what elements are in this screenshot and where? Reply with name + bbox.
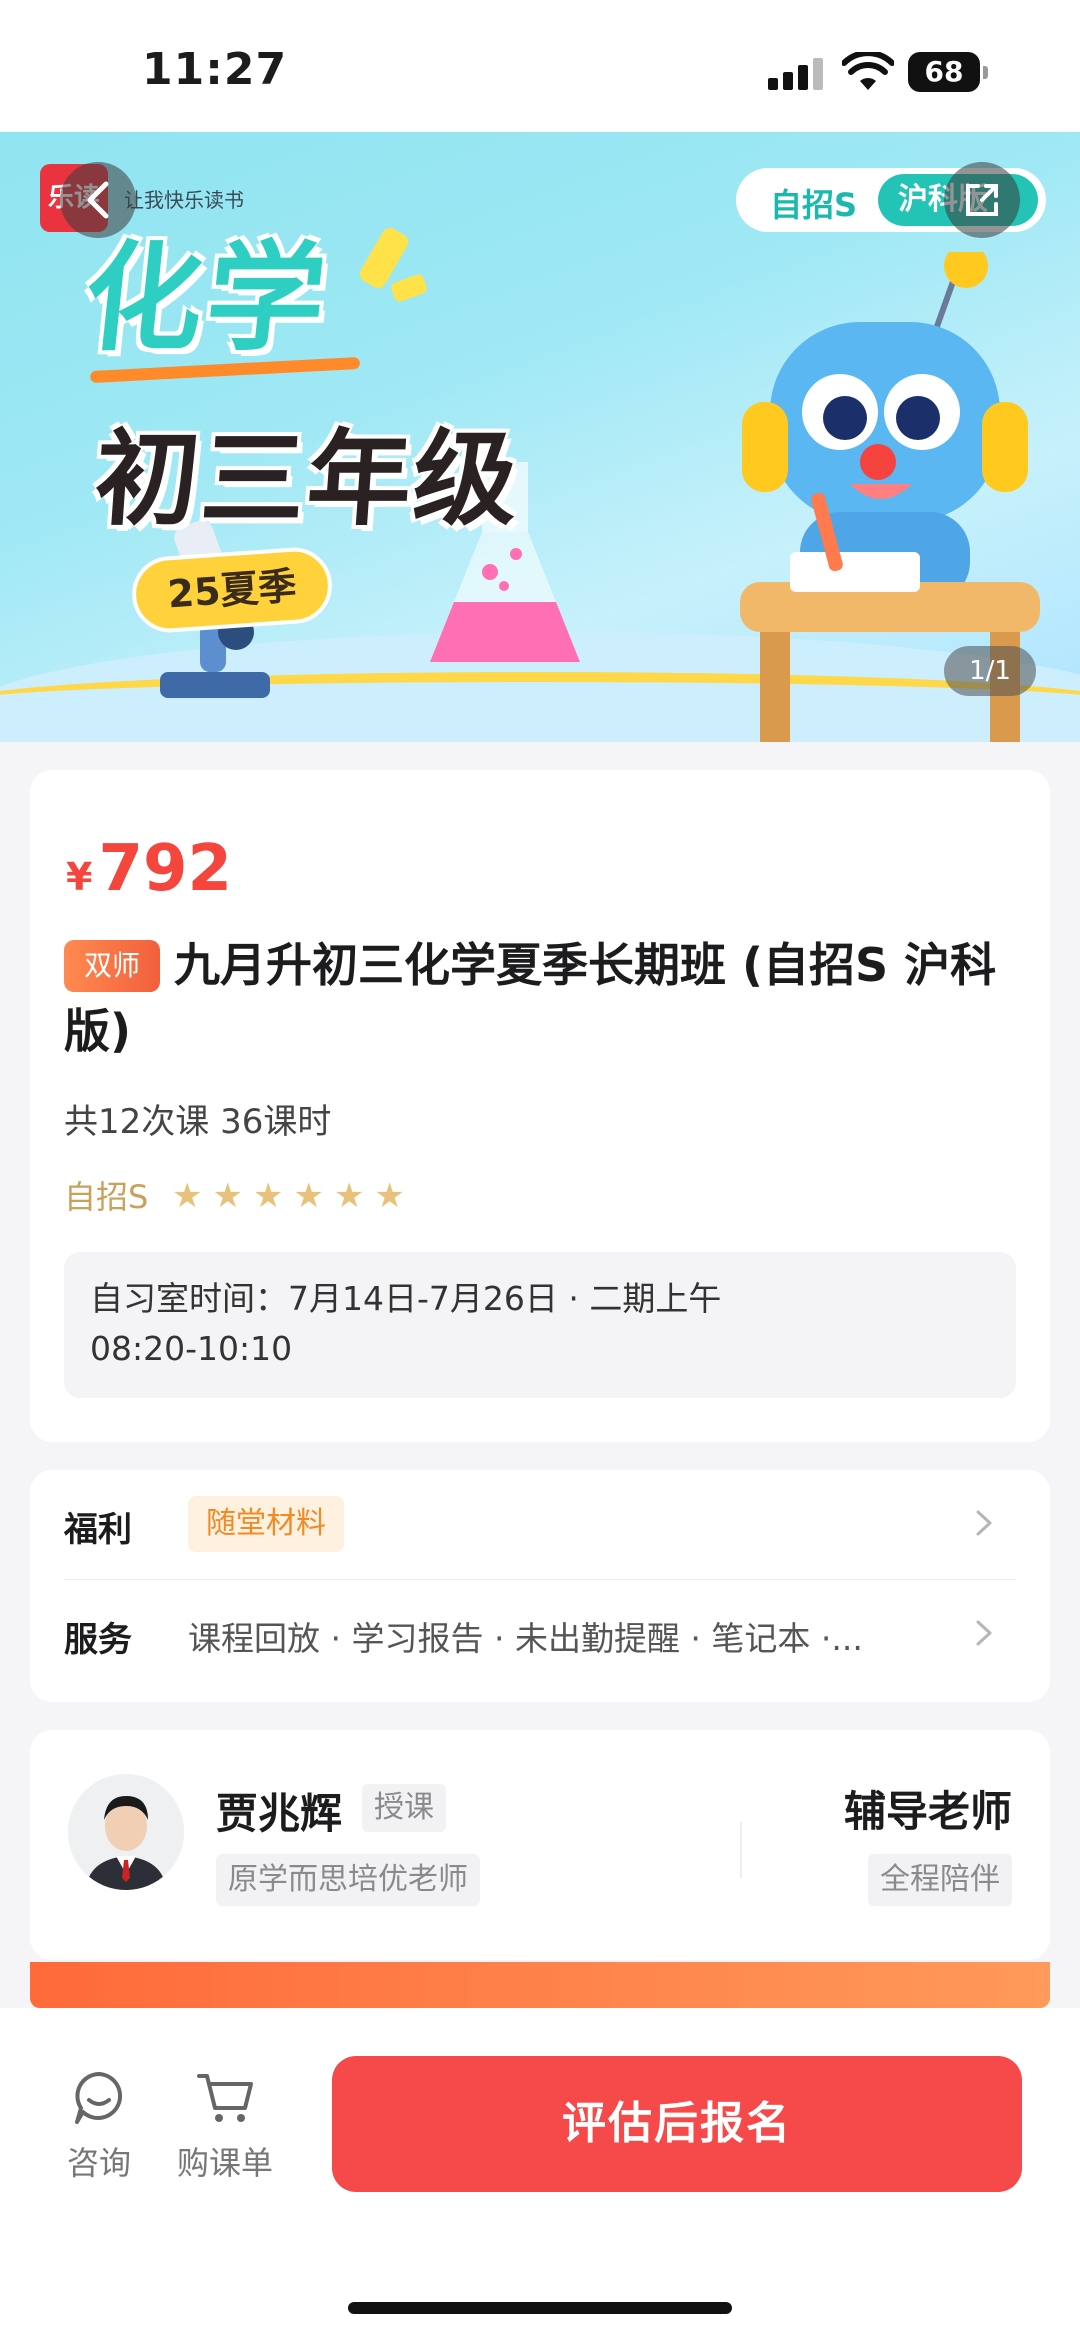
welfare-row[interactable]: 福利 随堂材料 xyxy=(64,1470,1016,1580)
teacher-divider xyxy=(740,1822,742,1878)
course-summary: 共12次课 36课时 xyxy=(64,1102,332,1142)
edition-tab-zizhao[interactable]: 自招S xyxy=(770,180,857,226)
study-room-line-1: 自习室时间：7月14日-7月26日 · 二期上午 xyxy=(90,1279,722,1318)
battery-indicator: 68 xyxy=(908,52,988,92)
enroll-after-assessment-button[interactable]: 评估后报名 xyxy=(332,2056,1022,2192)
course-banner[interactable]: 乐读 让我快乐读书 自招S 沪科版 化学 初三年级 25夏季 1/1 xyxy=(0,132,1080,742)
status-bar: 11:27 68 xyxy=(0,0,1080,132)
star-icon: ★ xyxy=(252,1176,284,1216)
star-icon: ★ xyxy=(212,1176,243,1216)
consult-button[interactable]: 咨询 xyxy=(58,2068,140,2184)
home-indicator xyxy=(348,2302,732,2314)
service-label: 服务 xyxy=(64,1620,132,1660)
service-list: 课程回放 · 学习报告 · 未出勤提醒 · 笔记本 ·... xyxy=(188,1619,863,1658)
course-info-card: ¥792 双师 九月升初三化学夏季长期班 (自招S 沪科版) 共12次课 36课时… xyxy=(30,770,1050,1442)
wifi-icon xyxy=(842,52,894,90)
star-icon: ★ xyxy=(374,1176,405,1216)
price-value: 792 xyxy=(98,832,233,906)
level-stars: ★ ★ ★ ★ ★ ★ xyxy=(172,1176,415,1216)
level-label: 自招S xyxy=(64,1178,149,1216)
share-button[interactable] xyxy=(944,162,1020,238)
cart-label: 购课单 xyxy=(176,2144,273,2182)
teachers-card: 贾兆辉 授课 原学而思培优老师 辅导老师 全程陪伴 xyxy=(30,1730,1050,1960)
course-title: 九月升初三化学夏季长期班 (自招S 沪科版) xyxy=(64,938,997,1058)
season-tag: 25夏季 xyxy=(129,545,335,635)
study-room-line-2: 08:20-10:10 xyxy=(90,1329,293,1368)
cart-button[interactable]: 购课单 xyxy=(170,2068,280,2184)
bottom-action-bar: 咨询 购课单 评估后报名 xyxy=(0,2008,1080,2340)
welfare-tag: 随堂材料 xyxy=(188,1496,344,1552)
study-room-time: 自习室时间：7月14日-7月26日 · 二期上午 08:20-10:10 xyxy=(64,1252,1016,1398)
chevron-right-icon xyxy=(976,1620,992,1646)
service-row[interactable]: 服务 课程回放 · 学习报告 · 未出勤提醒 · 笔记本 ·... xyxy=(64,1580,1016,1690)
benefits-card: 福利 随堂材料 服务 课程回放 · 学习报告 · 未出勤提醒 · 笔记本 ·..… xyxy=(30,1470,1050,1702)
currency-symbol: ¥ xyxy=(66,855,93,899)
teacher-role-tag: 授课 xyxy=(362,1784,446,1832)
image-counter: 1/1 xyxy=(944,646,1036,696)
teacher-name: 贾兆辉 xyxy=(216,1789,343,1838)
dual-teacher-badge: 双师 xyxy=(64,940,160,992)
chevron-right-icon xyxy=(976,1510,992,1536)
banner-subject-title: 化学 xyxy=(77,229,337,367)
price: ¥792 xyxy=(66,832,232,906)
teacher-description: 原学而思培优老师 xyxy=(216,1854,480,1906)
star-icon: ★ xyxy=(293,1176,324,1216)
spark-decoration xyxy=(389,272,429,304)
consult-label: 咨询 xyxy=(66,2144,131,2182)
course-title-block: 双师 九月升初三化学夏季长期班 (自招S 沪科版) xyxy=(64,932,1024,1064)
assistant-teacher-title: 辅导老师 xyxy=(843,1787,1012,1836)
share-icon xyxy=(966,184,998,216)
shopping-cart-icon xyxy=(197,2074,253,2122)
teacher-avatar[interactable] xyxy=(68,1774,184,1890)
banner-grade-title: 初三年级 xyxy=(91,418,524,540)
cellular-signal-icon xyxy=(768,58,824,90)
star-icon: ★ xyxy=(172,1176,203,1216)
star-icon: ★ xyxy=(333,1176,365,1216)
status-time: 11:27 xyxy=(142,44,288,95)
promo-strip xyxy=(30,1962,1050,2008)
assistant-teacher-description: 全程陪伴 xyxy=(868,1854,1012,1906)
welfare-label: 福利 xyxy=(64,1510,132,1550)
teacher-portrait-icon xyxy=(68,1774,184,1890)
chat-bubble-icon xyxy=(75,2072,123,2124)
